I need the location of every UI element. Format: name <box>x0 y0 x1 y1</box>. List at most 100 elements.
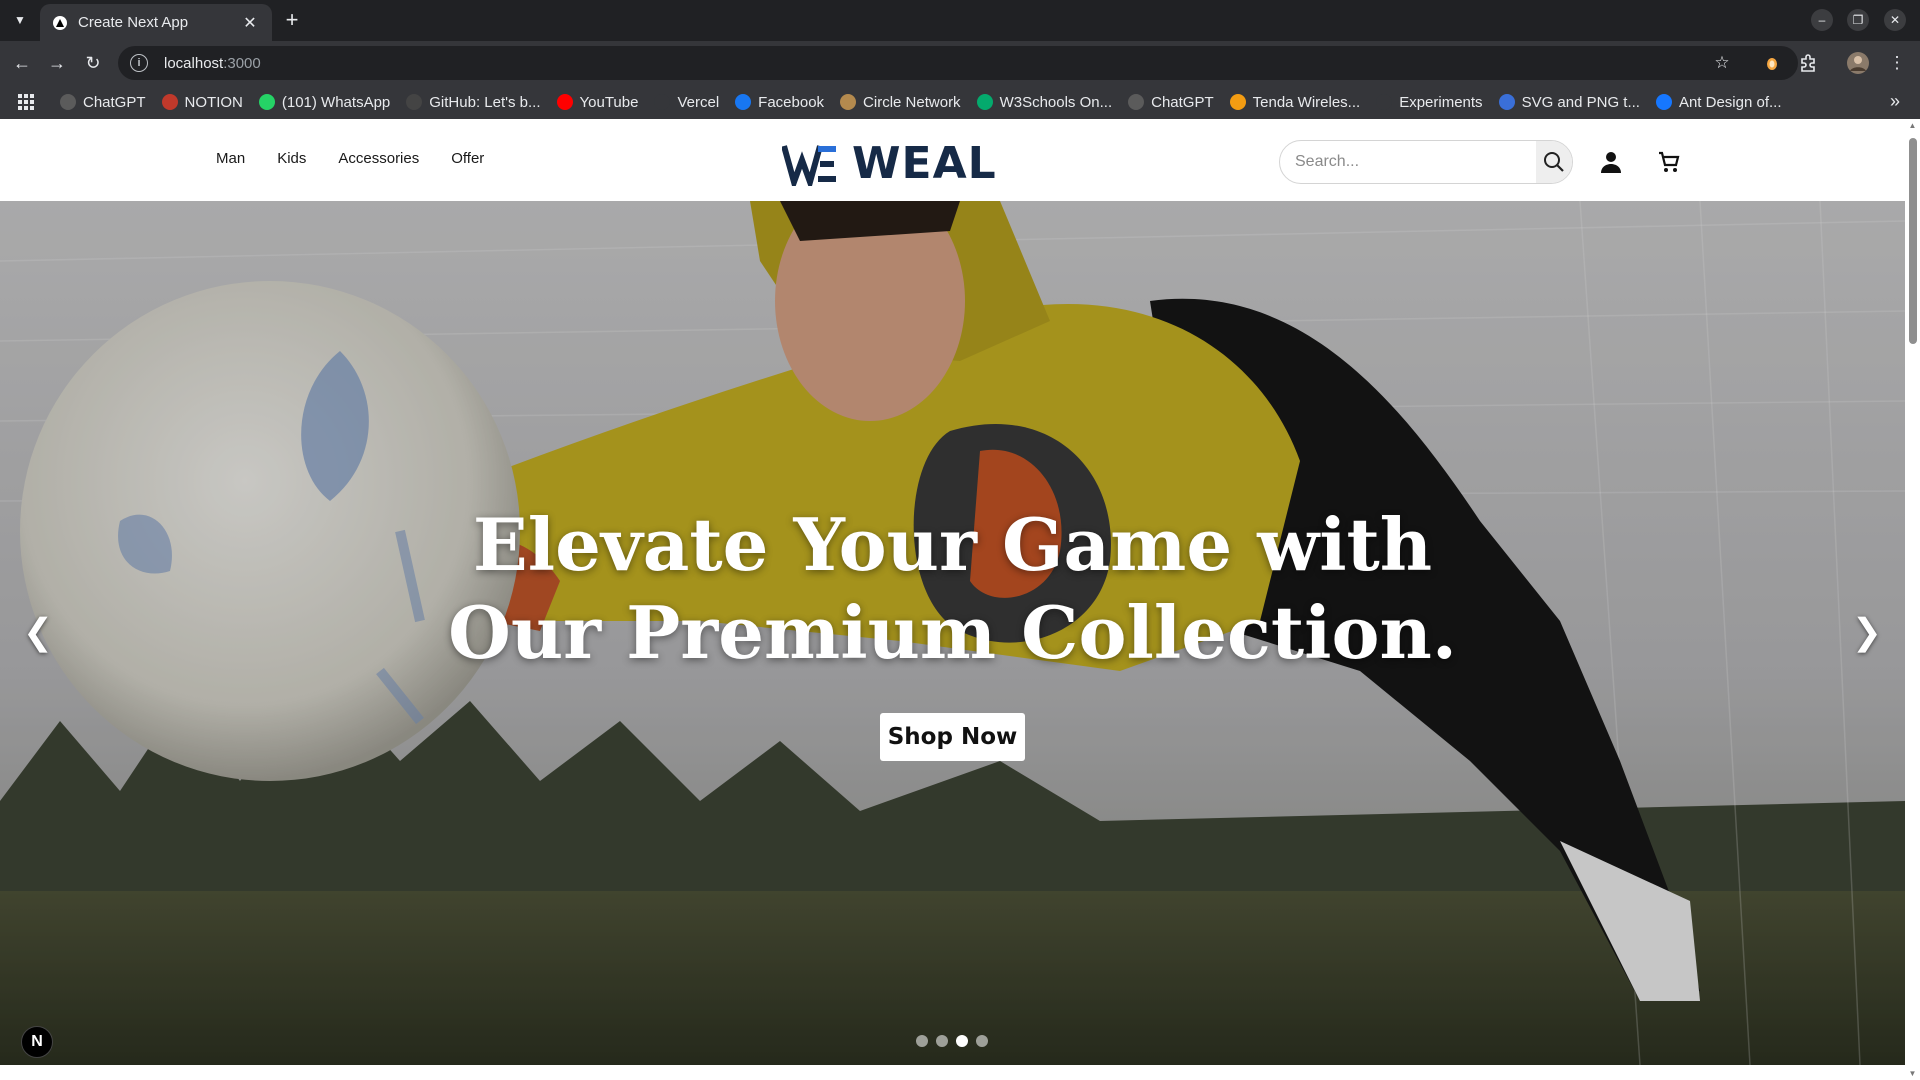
bookmark-item[interactable]: (101) WhatsApp <box>258 94 390 111</box>
bookmark-item[interactable]: GitHub: Let's b... <box>406 93 541 111</box>
nextjs-dev-badge[interactable]: N <box>21 1026 53 1058</box>
github-icon <box>406 94 423 110</box>
search-input[interactable] <box>1280 141 1536 183</box>
window-close-icon[interactable]: ✕ <box>1884 9 1906 31</box>
bookmark-label: ChatGPT <box>1151 93 1214 111</box>
bookmark-item[interactable]: Circle Network <box>840 94 961 111</box>
carousel-dot[interactable] <box>916 1035 928 1047</box>
bookmark-item[interactable]: Tenda Wireles... <box>1229 93 1361 111</box>
hero-carousel: Elevate Your Game with Our Premium Colle… <box>0 201 1905 1065</box>
url-port: :3000 <box>223 54 261 72</box>
bookmark-label: Circle Network <box>863 93 961 111</box>
code-icon <box>161 94 178 110</box>
browser-menu-icon[interactable]: ⋮ <box>1886 52 1908 74</box>
bookmark-item[interactable]: YouTube <box>556 93 639 111</box>
extension-badge-icon[interactable] <box>1761 52 1783 74</box>
bookmark-label: ChatGPT <box>83 93 146 111</box>
account-user-icon[interactable] <box>1598 149 1624 175</box>
bookmark-item[interactable]: W3Schools On... <box>976 93 1113 111</box>
tab-title: Create Next App <box>78 14 189 31</box>
bookmark-item[interactable]: ChatGPT <box>1128 94 1214 111</box>
url-host: localhost <box>164 54 224 72</box>
whatsapp-icon <box>258 94 275 110</box>
bookmark-item[interactable]: Vercel <box>654 94 719 111</box>
hero-headline-line2: Our Premium Collection. <box>448 590 1457 675</box>
hero-headline-line1: Elevate Your Game with <box>472 502 1433 587</box>
scroll-down-icon[interactable]: ▼ <box>1908 1069 1917 1078</box>
reload-icon[interactable]: ↻ <box>81 51 105 75</box>
main-nav: Man Kids Accessories Offer <box>216 150 484 167</box>
bookmark-label: Ant Design of... <box>1678 93 1782 111</box>
carousel-dot[interactable] <box>936 1035 948 1047</box>
site-info-icon[interactable]: i <box>130 54 148 72</box>
flask-icon <box>1376 94 1393 110</box>
browser-tab-active[interactable]: Create Next App ✕ <box>40 4 272 41</box>
search-bar <box>1279 140 1573 184</box>
extensions-puzzle-icon[interactable] <box>1797 52 1819 74</box>
bookmark-label: Facebook <box>758 93 825 111</box>
carousel-next-arrow-icon[interactable]: ❯ <box>1852 611 1882 652</box>
folder-icon <box>654 94 671 110</box>
bookmark-label: NOTION <box>184 93 243 111</box>
bookmark-item[interactable]: NOTION <box>161 93 243 111</box>
scroll-up-icon[interactable]: ▲ <box>1908 121 1917 130</box>
back-arrow-icon[interactable]: ← <box>10 51 34 75</box>
bookmark-label: GitHub: Let's b... <box>429 93 541 111</box>
bookmark-label: Vercel <box>677 93 720 111</box>
search-icon <box>1544 152 1564 172</box>
site-logo[interactable]: WEAL <box>782 138 997 189</box>
scrollbar-thumb[interactable] <box>1909 138 1917 344</box>
bookmark-label: Tenda Wireles... <box>1252 93 1361 111</box>
apps-grid-icon[interactable] <box>14 90 38 114</box>
forward-arrow-icon[interactable]: → <box>45 51 69 75</box>
bookmark-star-icon[interactable]: ☆ <box>1711 52 1733 74</box>
page-scrollbar[interactable]: ▲ ▼ <box>1905 119 1920 1080</box>
bookmark-item[interactable]: Experiments <box>1376 93 1483 111</box>
browser-tabstrip: ▼ Create Next App ✕ + – ❐ ✕ <box>0 0 1920 41</box>
bookmark-item[interactable]: Facebook <box>735 94 824 111</box>
bookmark-item[interactable]: SVG and PNG t... <box>1498 93 1640 111</box>
new-tab-plus-icon[interactable]: + <box>280 7 304 32</box>
tab-search-chevron-icon[interactable]: ▼ <box>8 8 32 32</box>
page-viewport: Man Kids Accessories Offer WEAL Search..… <box>0 119 1920 1080</box>
nav-link-accessories[interactable]: Accessories <box>338 150 419 167</box>
shopping-cart-icon[interactable] <box>1656 149 1682 175</box>
chatgpt-icon <box>1128 94 1145 110</box>
w3schools-icon <box>976 94 993 110</box>
carousel-prev-arrow-icon[interactable]: ❮ <box>23 611 53 652</box>
svg-icon <box>1498 94 1515 110</box>
bookmark-item[interactable]: ChatGPT <box>60 94 146 111</box>
bookmark-label: YouTube <box>579 93 639 111</box>
bookmarks-bar: ChatGPT NOTION (101) WhatsApp GitHub: Let's… <box>0 85 1920 119</box>
restore-icon[interactable]: ❐ <box>1847 9 1869 31</box>
weal-logo-mark-icon <box>782 144 836 186</box>
shop-now-button[interactable]: Shop Now <box>880 713 1025 761</box>
profile-avatar-icon[interactable] <box>1847 52 1869 74</box>
ant-design-icon <box>1655 94 1672 110</box>
nextjs-favicon-icon <box>52 15 68 31</box>
nav-link-offer[interactable]: Offer <box>451 150 484 167</box>
carousel-dot[interactable] <box>956 1035 968 1047</box>
minimize-icon[interactable]: – <box>1811 9 1833 31</box>
chatgpt-icon <box>60 94 76 110</box>
browser-toolbar: ← → ↻ i localhost:3000 ☆ ⋮ <box>0 41 1920 85</box>
bookmark-label: SVG and PNG t... <box>1521 93 1640 111</box>
facebook-icon <box>735 94 752 110</box>
carousel-dots <box>916 1035 988 1047</box>
bookmark-item[interactable]: Ant Design of... <box>1655 93 1782 111</box>
circle-network-icon <box>840 94 857 110</box>
address-bar[interactable]: i localhost:3000 <box>118 46 1798 80</box>
bookmarks-overflow-icon[interactable]: » <box>1890 91 1900 112</box>
nav-link-man[interactable]: Man <box>216 150 245 167</box>
tab-close-icon[interactable]: ✕ <box>240 13 260 33</box>
site-header: Man Kids Accessories Offer WEAL <box>0 119 1905 201</box>
nav-link-kids[interactable]: Kids <box>277 150 306 167</box>
bookmark-label: Experiments <box>1399 93 1483 111</box>
search-button[interactable] <box>1536 141 1572 183</box>
youtube-icon <box>556 94 573 110</box>
logo-wordmark: WEAL <box>852 138 997 189</box>
hero-headline: Elevate Your Game with Our Premium Colle… <box>0 501 1905 677</box>
carousel-dot[interactable] <box>976 1035 988 1047</box>
tenda-icon <box>1229 94 1246 110</box>
bookmark-label: W3Schools On... <box>999 93 1113 111</box>
